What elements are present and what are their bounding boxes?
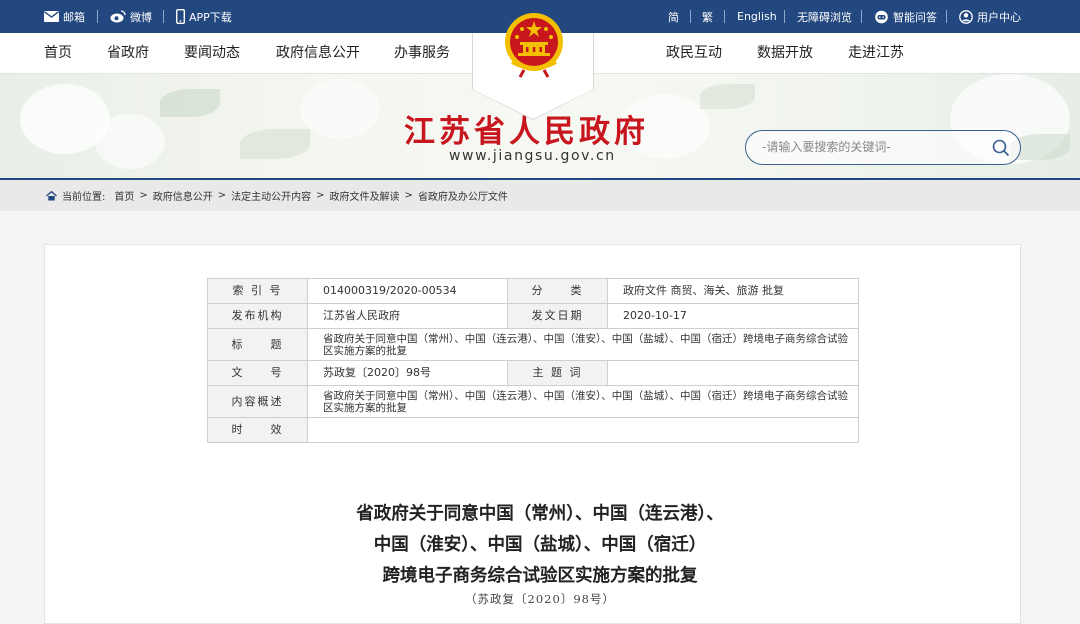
divider <box>724 10 725 23</box>
category-value: 政府文件 商贸、海关、旅游 批复 <box>607 278 859 304</box>
search-input[interactable] <box>762 140 982 154</box>
decor-flower <box>300 79 380 139</box>
divider <box>861 10 862 23</box>
site-url: www.jiangsu.gov.cn <box>449 148 616 164</box>
document-title-line-3: 跨境电子商务综合试验区实施方案的批复 <box>382 566 698 586</box>
simplified-chinese-link[interactable]: 简 <box>668 0 679 33</box>
table-row: 发布机构 江苏省人民政府 发文日期 2020-10-17 <box>207 303 859 329</box>
index-number-key: 索 引 号 <box>207 278 308 304</box>
document-number: （苏政复〔2020〕98号） <box>465 592 615 606</box>
search-box <box>745 130 1021 165</box>
chevron-right-icon: > <box>404 190 413 201</box>
user-icon <box>959 9 973 24</box>
mail-label: 邮箱 <box>63 10 85 24</box>
summary-value: 省政府关于同意中国（常州）、中国（连云港）、中国（淮安）、中国（盐城）、中国（宿… <box>307 385 859 418</box>
table-row: 内容概述 省政府关于同意中国（常州）、中国（连云港）、中国（淮安）、中国（盐城）… <box>207 385 859 418</box>
divider <box>784 10 785 23</box>
index-number-value: 014000319/2020-00534 <box>307 278 508 304</box>
app-download-label: APP下载 <box>189 10 232 24</box>
category-key: 分 类 <box>507 278 608 304</box>
table-row: 索 引 号 014000319/2020-00534 分 类 政府文件 商贸、海… <box>207 278 859 304</box>
chevron-right-icon: > <box>139 190 148 201</box>
document-metadata-table: 索 引 号 014000319/2020-00534 分 类 政府文件 商贸、海… <box>207 278 859 443</box>
summary-key: 内容概述 <box>207 385 308 418</box>
issue-date-key: 发文日期 <box>507 303 608 329</box>
smart-qa-link[interactable]: 智能问答 <box>874 0 937 33</box>
breadcrumb-item-home[interactable]: 首页 <box>114 188 134 203</box>
weibo-link[interactable]: 微博 <box>110 0 152 33</box>
document-title-line-1: 省政府关于同意中国（常州）、中国（连云港）、 <box>356 504 724 524</box>
nav-item-services[interactable]: 办事服务 <box>394 33 450 74</box>
nav-item-provincial-government[interactable]: 省政府 <box>107 33 149 74</box>
home-icon <box>46 190 57 200</box>
table-row: 时 效 <box>207 417 859 443</box>
decor-leaf <box>160 89 220 117</box>
weibo-icon <box>110 10 126 23</box>
decor-leaf <box>700 84 755 109</box>
accessibility-link[interactable]: 无障碍浏览 <box>797 0 852 33</box>
breadcrumb-item-provincial-documents[interactable]: 省政府及办公厅文件 <box>418 188 508 203</box>
nav-item-interaction[interactable]: 政民互动 <box>666 33 722 74</box>
national-emblem-icon <box>505 13 563 78</box>
mail-icon <box>44 11 59 22</box>
title-value: 省政府关于同意中国（常州）、中国（连云港）、中国（淮安）、中国（盐城）、中国（宿… <box>307 328 859 361</box>
nav-item-about-jiangsu[interactable]: 走进江苏 <box>848 33 904 74</box>
traditional-label: 繁 <box>702 10 713 24</box>
validity-value <box>307 417 859 443</box>
divider <box>946 10 947 23</box>
divider <box>163 10 164 23</box>
subject-keywords-value <box>607 360 859 386</box>
divider <box>690 10 691 23</box>
validity-key: 时 效 <box>207 417 308 443</box>
chat-bot-icon <box>875 10 888 23</box>
nav-item-home[interactable]: 首页 <box>44 33 72 74</box>
document-title-line-2: 中国（淮安）、中国（盐城）、中国（宿迁） <box>373 535 707 555</box>
simplified-label: 简 <box>668 10 679 24</box>
emblem-container <box>471 13 595 120</box>
app-download-link[interactable]: APP下载 <box>176 0 232 33</box>
smart-qa-label: 智能问答 <box>893 10 937 24</box>
english-label: English <box>737 10 777 23</box>
search-icon[interactable] <box>992 139 1010 157</box>
issuer-key: 发布机构 <box>207 303 308 329</box>
subject-keywords-key: 主 题 词 <box>507 360 608 386</box>
chevron-right-icon: > <box>316 190 325 201</box>
document-number-key: 文 号 <box>207 360 308 386</box>
divider <box>97 10 98 23</box>
accessibility-label: 无障碍浏览 <box>797 10 852 24</box>
table-row: 文 号 苏政复〔2020〕98号 主 题 词 <box>207 360 859 386</box>
decor-leaf <box>240 129 310 159</box>
table-row: 标 题 省政府关于同意中国（常州）、中国（连云港）、中国（淮安）、中国（盐城）、… <box>207 328 859 361</box>
issue-date-value: 2020-10-17 <box>607 303 859 329</box>
mail-link[interactable]: 邮箱 <box>44 0 85 33</box>
issuer-value: 江苏省人民政府 <box>307 303 508 329</box>
user-center-label: 用户中心 <box>977 10 1021 24</box>
chevron-right-icon: > <box>217 190 227 201</box>
nav-item-information-disclosure[interactable]: 政府信息公开 <box>276 33 360 74</box>
traditional-chinese-link[interactable]: 繁 <box>702 0 713 33</box>
breadcrumb-item-government-documents[interactable]: 政府文件及解读 <box>330 188 400 203</box>
breadcrumb: 当前位置: 首页 > 政府信息公开 > 法定主动公开内容 > 政府文件及解读 >… <box>0 178 1080 211</box>
english-link[interactable]: English <box>737 0 777 33</box>
breadcrumb-item-information-disclosure[interactable]: 政府信息公开 <box>153 188 213 203</box>
weibo-label: 微博 <box>130 10 152 24</box>
title-key: 标 题 <box>207 328 308 361</box>
breadcrumb-item-mandatory-disclosure[interactable]: 法定主动公开内容 <box>231 188 311 203</box>
document-number-value: 苏政复〔2020〕98号 <box>307 360 508 386</box>
nav-item-news[interactable]: 要闻动态 <box>184 33 240 74</box>
nav-item-open-data[interactable]: 数据开放 <box>757 33 813 74</box>
decor-flower <box>95 114 165 169</box>
phone-icon <box>176 9 185 24</box>
breadcrumb-label: 当前位置: <box>62 192 106 203</box>
user-center-link[interactable]: 用户中心 <box>959 0 1021 33</box>
